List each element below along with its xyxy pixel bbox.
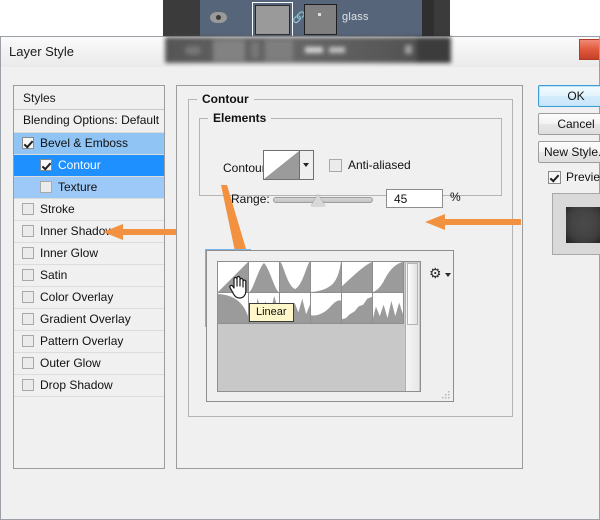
titlebar-translucent-backdrop [165,37,451,63]
checkbox-drop-shadow[interactable] [22,379,34,391]
style-label: Gradient Overlay [40,312,131,326]
contour-group-legend: Contour [197,92,254,106]
elements-group: Elements Contour: Anti-aliased Range: 4 [199,118,502,196]
dialog-title: Layer Style [9,44,74,59]
checkbox-bevel-emboss[interactable] [22,137,34,149]
elements-group-legend: Elements [208,111,271,125]
preview-label: Preview [566,170,600,184]
checkbox-pattern-overlay[interactable] [22,335,34,347]
contour-preset-gaussian[interactable] [373,262,404,293]
checkbox-texture[interactable] [40,181,52,193]
checkbox-inner-shadow[interactable] [22,225,34,237]
style-label: Bevel & Emboss [40,136,128,150]
style-label: Inner Glow [40,246,98,260]
preview-checkbox[interactable] [548,171,561,184]
layers-panel-scrollbar[interactable] [422,0,434,37]
contour-preset-swatch [264,151,300,179]
layer-row-glass[interactable]: 🔗 glass fx [200,0,422,37]
style-row-bevel-emboss[interactable]: Bevel & Emboss [14,133,164,155]
range-input[interactable]: 45 [386,189,443,208]
style-label: Contour [58,158,101,172]
resize-grip-icon[interactable] [440,388,450,398]
layer-style-dialog: Layer Style Styles Blending Options: Def… [0,36,600,520]
styles-list[interactable]: Blending Options: Default Bevel & Emboss C… [14,110,164,468]
style-label: Satin [40,268,67,282]
anti-aliased-checkbox[interactable] [329,159,342,172]
checkbox-contour[interactable] [40,159,52,171]
new-style-button[interactable]: New Style... [538,141,600,163]
styles-panel: Styles Blending Options: Default Bevel & … [13,85,165,469]
cancel-button[interactable]: Cancel [538,113,600,135]
close-icon[interactable] [579,39,599,60]
style-label: Blending Options: Default [23,113,159,127]
contour-preset-list[interactable] [217,261,421,392]
hand-cursor-icon [227,275,247,299]
checkbox-satin[interactable] [22,269,34,281]
checkbox-color-overlay[interactable] [22,291,34,303]
style-row-satin[interactable]: Satin [14,265,164,287]
style-row-drop-shadow[interactable]: Drop Shadow [14,375,164,397]
style-row-stroke[interactable]: Stroke [14,199,164,221]
checkbox-outer-glow[interactable] [22,357,34,369]
annotation-arrow-range [423,213,521,231]
style-row-pattern-overlay[interactable]: Pattern Overlay [14,331,164,353]
chevron-down-icon[interactable] [300,151,313,179]
style-label: Texture [58,180,97,194]
checkbox-stroke[interactable] [22,203,34,215]
range-value: 45 [394,192,407,206]
contour-preset-dropdown[interactable] [263,150,314,180]
layer-mask-thumbnail[interactable] [304,4,337,35]
screenshot-root: 🔗 glass fx Layer Style Styles [0,0,600,520]
style-row-contour[interactable]: Contour [14,155,164,177]
contour-preset-rounded-steps[interactable] [342,293,373,324]
style-row-blending-options-default[interactable]: Blending Options: Default [14,110,164,133]
style-label: Pattern Overlay [40,334,123,348]
styles-header-label: Styles [23,91,56,105]
contour-preset-cove-shallow[interactable] [342,262,373,293]
layer-name-label: glass [342,11,369,23]
dialog-body: Styles Blending Options: Default Bevel & … [1,67,599,519]
style-label: Color Overlay [40,290,113,304]
gear-menu-caret-icon[interactable] [445,273,451,277]
contour-preset-cone[interactable] [249,262,280,293]
link-icon[interactable]: 🔗 [292,12,300,25]
contour-preset-cove-deep[interactable] [311,262,342,293]
contour-preset-picker-popup: ⚙ [206,250,454,402]
style-preview-swatch [566,207,600,243]
dialog-titlebar[interactable]: Layer Style [1,37,599,68]
ok-button[interactable]: OK [538,85,600,107]
style-row-inner-glow[interactable]: Inner Glow [14,243,164,265]
style-label: Outer Glow [40,356,101,370]
style-preview-box [552,193,600,255]
style-row-outer-glow[interactable]: Outer Glow [14,353,164,375]
contour-preset-sawtooth-1[interactable] [373,293,404,324]
preset-tooltip: Linear [249,303,294,322]
checkbox-inner-glow[interactable] [22,247,34,259]
photoshop-layers-panel: 🔗 glass fx [163,0,450,37]
range-slider-thumb[interactable] [311,194,325,206]
preset-list-scroll-thumb[interactable] [407,263,418,325]
gear-settings-icon[interactable]: ⚙ [429,265,445,281]
contour-preset-rolling-slope-descending[interactable] [311,293,342,324]
annotation-arrow-contour [101,223,179,241]
style-row-texture[interactable]: Texture [14,177,164,199]
visibility-eye-icon[interactable] [210,11,227,24]
range-label: Range: [231,192,270,206]
layer-thumbnail[interactable] [255,5,290,35]
style-label: Drop Shadow [40,378,113,392]
style-label: Stroke [40,202,75,216]
style-row-gradient-overlay[interactable]: Gradient Overlay [14,309,164,331]
anti-aliased-label: Anti-aliased [348,158,411,172]
styles-header: Styles [14,86,164,110]
style-row-color-overlay[interactable]: Color Overlay [14,287,164,309]
preset-list-scrollbar[interactable] [405,263,419,392]
contour-preset-cone-inverted[interactable] [280,262,311,293]
range-percent-sign: % [450,190,461,204]
checkbox-gradient-overlay[interactable] [22,313,34,325]
